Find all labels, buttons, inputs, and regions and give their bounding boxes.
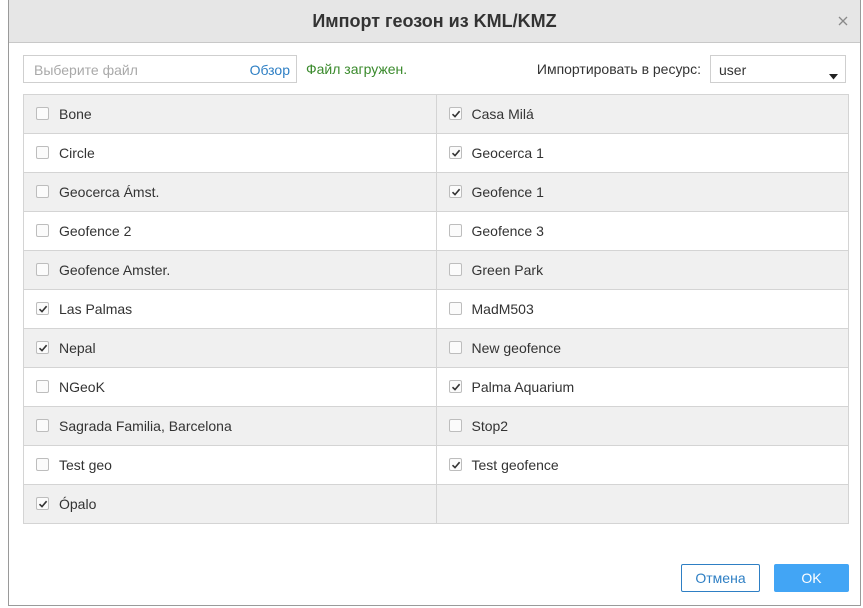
geofence-column-right: Casa Milá Geocerca 1 Geofence 1 Geofence 3 G… [436, 95, 848, 524]
import-toolbar: Выберите файл Обзор Файл загружен. Импор… [23, 55, 846, 85]
geofence-row[interactable]: Ópalo [24, 485, 436, 524]
checkmark-icon [451, 461, 460, 469]
geofence-label: Geocerca 1 [471, 145, 544, 161]
geofence-row[interactable]: Circle [24, 134, 436, 173]
geofence-label: Las Palmas [59, 301, 133, 317]
geofence-row[interactable]: Bone [24, 95, 436, 134]
checkmark-icon [38, 305, 48, 313]
geofence-label: Bone [59, 106, 92, 122]
geofence-row[interactable]: Test geofence [436, 446, 848, 485]
geofence-label: New geofence [471, 340, 562, 356]
resource-label: Импортировать в ресурс: [536, 61, 701, 77]
geofence-label: Geocerca Ámst. [59, 184, 160, 200]
empty-row [436, 485, 848, 524]
checkbox-unchecked[interactable] [36, 185, 49, 198]
checkbox-unchecked[interactable] [448, 224, 462, 237]
geofence-row[interactable]: Geocerca Ámst. [24, 173, 436, 212]
geofence-row[interactable]: Geofence 1 [436, 173, 848, 212]
checkbox-checked[interactable] [36, 341, 49, 354]
checkmark-icon [451, 110, 460, 118]
checkbox-unchecked[interactable] [36, 224, 49, 237]
import-geofences-dialog: Импорт геозон из KML/KMZ Выберите файл О… [8, 0, 861, 606]
geofence-label: Geofence Amster. [59, 262, 171, 278]
checkbox-checked[interactable] [448, 146, 462, 159]
checkbox-unchecked[interactable] [448, 419, 462, 432]
geofence-row[interactable]: Geocerca 1 [436, 134, 848, 173]
cancel-button[interactable]: Отмена [681, 564, 760, 592]
geofence-row[interactable]: Las Palmas [24, 290, 436, 329]
geofence-row[interactable]: Palma Aquarium [436, 368, 848, 407]
geofence-label: Nepal [59, 340, 96, 356]
checkbox-unchecked[interactable] [36, 146, 49, 159]
geofence-row[interactable]: Green Park [436, 251, 848, 290]
checkbox-unchecked[interactable] [36, 263, 49, 276]
checkbox-checked[interactable] [448, 458, 462, 471]
checkbox-checked[interactable] [448, 185, 462, 198]
file-input-placeholder[interactable]: Выберите файл [34, 62, 138, 78]
geofence-list: Bone Circle Geocerca Ámst. Geofence 2 Geofen… [23, 94, 849, 524]
geofence-label: Test geofence [471, 457, 559, 473]
checkbox-checked[interactable] [36, 302, 49, 315]
geofence-column-left: Bone Circle Geocerca Ámst. Geofence 2 Geofen… [24, 95, 437, 524]
checkbox-checked[interactable] [36, 497, 49, 510]
geofence-row[interactable]: New geofence [436, 329, 848, 368]
checkbox-unchecked[interactable] [448, 263, 462, 276]
checkbox-checked[interactable] [448, 107, 462, 120]
geofence-label: Geofence 3 [471, 223, 544, 239]
geofence-label: NGeoK [59, 379, 105, 395]
geofence-label: Circle [59, 145, 95, 161]
geofence-row[interactable]: Geofence Amster. [24, 251, 436, 290]
geofence-label: Sagrada Familia, Barcelona [59, 418, 232, 434]
browse-button[interactable]: Обзор [250, 62, 290, 78]
checkbox-unchecked[interactable] [36, 458, 49, 471]
checkbox-unchecked[interactable] [36, 107, 49, 120]
checkbox-checked[interactable] [448, 380, 462, 393]
geofence-label: Casa Milá [471, 106, 534, 122]
caret-down-icon [829, 67, 838, 85]
resource-select[interactable]: user [710, 55, 846, 83]
checkbox-unchecked[interactable] [36, 380, 49, 393]
geofence-row[interactable]: Casa Milá [436, 95, 848, 134]
checkbox-unchecked[interactable] [36, 419, 49, 432]
geofence-label: Stop2 [471, 418, 509, 434]
geofence-row[interactable]: Geofence 2 [24, 212, 436, 251]
geofence-label: Geofence 2 [59, 223, 132, 239]
checkbox-unchecked[interactable] [448, 341, 462, 354]
file-picker[interactable]: Выберите файл Обзор [23, 55, 297, 83]
checkmark-icon [38, 500, 48, 508]
geofence-row[interactable]: Sagrada Familia, Barcelona [24, 407, 436, 446]
geofence-row[interactable]: Stop2 [436, 407, 848, 446]
checkmark-icon [451, 188, 460, 196]
checkmark-icon [38, 344, 48, 352]
geofence-label: Palma Aquarium [471, 379, 575, 395]
checkmark-icon [451, 149, 460, 157]
geofence-label: MadM503 [471, 301, 534, 317]
geofence-row[interactable]: Test geo [24, 446, 436, 485]
geofence-row[interactable]: NGeoK [24, 368, 436, 407]
geofence-label: Ópalo [59, 496, 97, 512]
checkmark-icon [451, 383, 460, 391]
dialog-titlebar: Импорт геозон из KML/KMZ [9, 0, 860, 43]
checkbox-unchecked[interactable] [448, 302, 462, 315]
file-status-text: Файл загружен. [306, 61, 408, 77]
close-icon[interactable] [837, 14, 849, 26]
resource-select-value: user [719, 62, 747, 78]
dialog-title: Импорт геозон из KML/KMZ [312, 11, 557, 31]
ok-button[interactable]: OK [774, 564, 849, 592]
geofence-label: Green Park [471, 262, 544, 278]
geofence-label: Test geo [59, 457, 112, 473]
geofence-row[interactable]: Nepal [24, 329, 436, 368]
geofence-row[interactable]: MadM503 [436, 290, 848, 329]
geofence-label: Geofence 1 [471, 184, 544, 200]
geofence-row[interactable]: Geofence 3 [436, 212, 848, 251]
